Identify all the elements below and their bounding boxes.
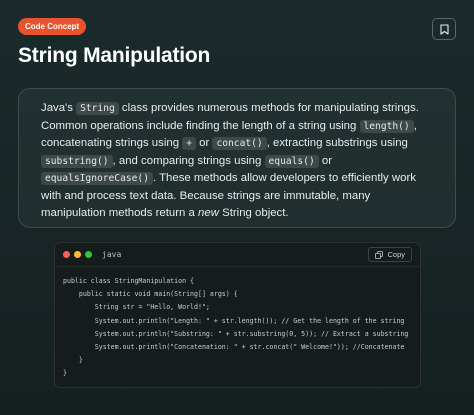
code-line: public class StringManipulation { (63, 277, 195, 285)
concept-badge: Code Concept (18, 18, 87, 35)
page-title: String Manipulation (18, 44, 211, 67)
desc-text: String object. (218, 207, 289, 219)
description-text: Java's String class provides numerous me… (41, 100, 433, 223)
code-line: public static void main(String[] args) { (63, 290, 238, 299)
code-line: System.out.println("Concatenation: " + s… (63, 343, 405, 352)
code-line: } (63, 356, 83, 365)
desc-text: or (196, 137, 213, 149)
window-dot-red (63, 251, 70, 258)
description-card: Java's String class provides numerous me… (18, 88, 456, 228)
inline-code: substring() (41, 154, 113, 168)
window-dot-yellow (74, 251, 81, 258)
desc-text: , extracting substrings using (266, 137, 408, 149)
code-header: java Copy (55, 243, 420, 267)
code-line: String str = "Hello, World!"; (63, 303, 210, 312)
copy-button[interactable]: Copy (368, 247, 412, 262)
inline-code: concat() (212, 137, 267, 150)
inline-code: + (182, 137, 196, 150)
bookmark-button[interactable] (432, 18, 456, 40)
copy-icon (375, 250, 384, 259)
desc-emphasis: new (198, 207, 219, 219)
desc-text: , and comparing strings using (112, 154, 265, 167)
inline-code: equalsIgnoreCase() (41, 172, 153, 185)
code-block: java Copy public class StringManipulatio… (54, 242, 421, 388)
code-language: java (102, 250, 122, 259)
bookmark-icon (439, 23, 449, 35)
window-dot-green (85, 251, 92, 258)
desc-text: or (318, 154, 333, 167)
inline-code: equals() (264, 154, 319, 168)
code-line: } (63, 369, 67, 378)
desc-text: Java's (41, 102, 77, 114)
copy-label: Copy (387, 250, 405, 259)
code-content: public class StringManipulation { public… (55, 267, 420, 381)
inline-code: length() (359, 119, 414, 133)
code-line: System.out.println("Length: " + str.leng… (63, 316, 405, 325)
code-line: System.out.println("Substring: " + str.s… (63, 329, 409, 338)
inline-code: String (76, 102, 119, 115)
